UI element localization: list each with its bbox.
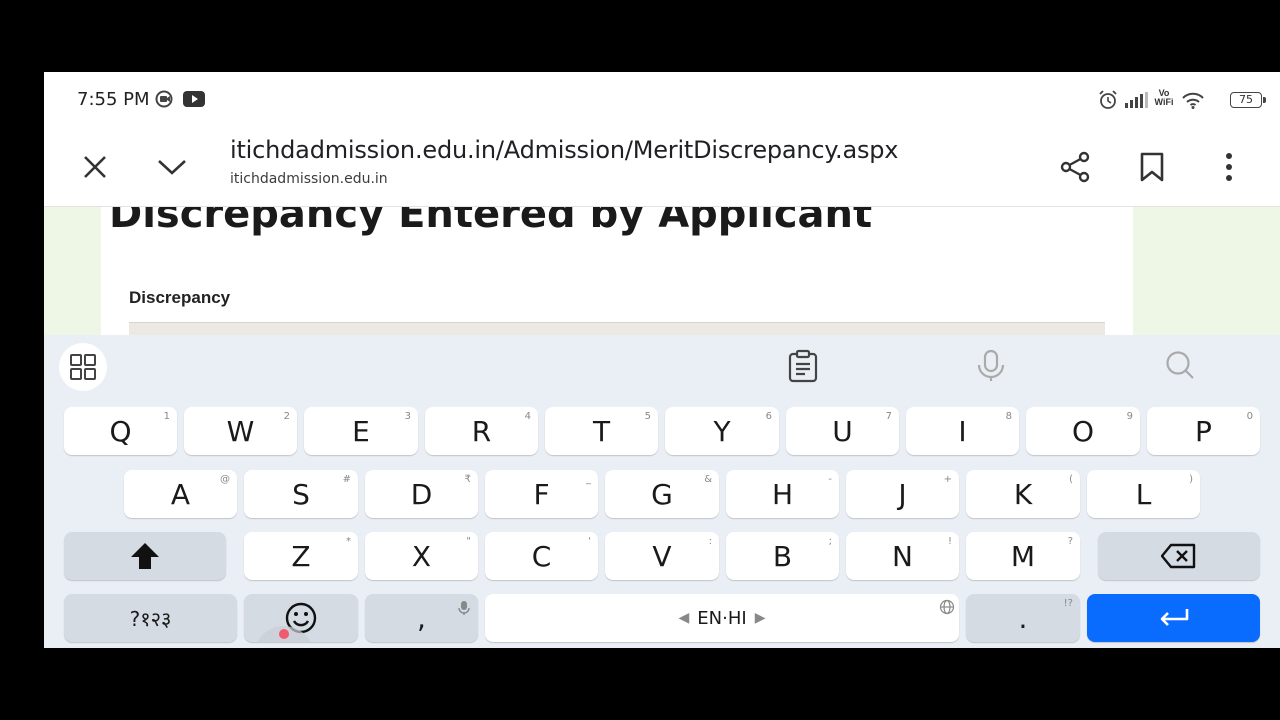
youtube-icon <box>183 91 205 112</box>
keyboard-search-button[interactable] <box>1165 350 1195 385</box>
voice-input-button[interactable] <box>976 349 1006 388</box>
status-time: 7:55 PM <box>77 89 150 110</box>
key-k[interactable]: K( <box>966 470 1080 518</box>
on-screen-keyboard: Q1 W2 E3 R4 T5 Y6 U7 I8 O9 P0 A @ S # D ₹ F… <box>44 335 1280 648</box>
page-heading: Discrepancy Entered by Applicant <box>109 207 873 237</box>
keyboard-menu-button[interactable] <box>59 343 107 391</box>
minimize-button[interactable] <box>151 146 193 188</box>
share-icon <box>1060 151 1090 183</box>
period-key[interactable]: .!? <box>966 594 1080 642</box>
battery-icon: 75 <box>1230 92 1266 108</box>
microphone-icon <box>977 349 1005 381</box>
enter-icon <box>1160 609 1188 626</box>
more-vert-icon <box>1226 153 1232 181</box>
backspace-key[interactable] <box>1098 532 1260 580</box>
screen-record-icon <box>155 90 175 113</box>
shift-arrow-icon <box>131 543 159 569</box>
signal-icon <box>1125 92 1149 113</box>
key-h[interactable]: H- <box>726 470 839 518</box>
key-u[interactable]: U7 <box>786 407 899 455</box>
discrepancy-label: Discrepancy <box>129 288 231 307</box>
key-r[interactable]: R4 <box>425 407 538 455</box>
enter-key[interactable] <box>1087 594 1260 642</box>
key-b[interactable]: B; <box>726 532 839 580</box>
discrepancy-field[interactable] <box>129 322 1105 335</box>
key-q[interactable]: Q1 <box>64 407 177 455</box>
comma-key[interactable]: , <box>365 594 478 642</box>
key-m[interactable]: M? <box>966 532 1080 580</box>
clipboard-button[interactable] <box>787 349 819 388</box>
mic-hint-icon <box>458 601 470 615</box>
key-w[interactable]: W2 <box>184 407 297 455</box>
key-v[interactable]: V: <box>605 532 719 580</box>
key-c[interactable]: C ' <box>485 532 598 580</box>
key-i[interactable]: I8 <box>906 407 1019 455</box>
key-a[interactable]: A @ <box>124 470 237 518</box>
space-key[interactable]: ◀ EN·HI ▶ <box>485 594 959 642</box>
keyboard-toolbar <box>44 335 1280 397</box>
search-icon <box>1166 351 1194 379</box>
globe-icon <box>939 599 955 615</box>
left-arrow-icon: ◀ <box>678 610 690 626</box>
key-y[interactable]: Y6 <box>665 407 779 455</box>
shift-key[interactable] <box>64 532 226 580</box>
clipboard-icon <box>788 349 818 383</box>
key-p[interactable]: P0 <box>1147 407 1260 455</box>
share-button[interactable] <box>1054 146 1096 188</box>
close-icon <box>84 156 106 178</box>
touch-dot <box>279 629 289 639</box>
close-tab-button[interactable] <box>74 146 116 188</box>
key-o[interactable]: O9 <box>1026 407 1140 455</box>
bookmark-icon <box>1140 152 1164 182</box>
browser-toolbar: itichdadmission.edu.in/Admission/MeritDi… <box>44 128 1280 207</box>
vowifi-text-bottom: WiFi <box>1154 97 1174 107</box>
chevron-down-icon <box>158 160 186 175</box>
status-bar: 7:55 PM Vo WiFi 75 <box>44 72 1280 128</box>
symbols-key[interactable]: ?१२३ <box>64 594 237 642</box>
phone-screen: 7:55 PM Vo WiFi 75 itichdadmission.edu.i <box>44 72 1280 648</box>
page-url[interactable]: itichdadmission.edu.in/Admission/MeritDi… <box>230 136 898 164</box>
key-g[interactable]: G & <box>605 470 719 518</box>
page-domain: itichdadmission.edu.in <box>230 171 388 187</box>
backspace-icon <box>1161 543 1196 569</box>
key-j[interactable]: J + <box>846 470 959 518</box>
form-card: Discrepancy Entered by Applicant Discrep… <box>101 207 1133 335</box>
alarm-icon <box>1098 90 1118 115</box>
more-options-button[interactable] <box>1208 146 1250 188</box>
key-d[interactable]: D ₹ <box>365 470 478 518</box>
grid-icon <box>70 354 96 380</box>
key-s[interactable]: S # <box>244 470 358 518</box>
key-z[interactable]: Z * <box>244 532 358 580</box>
key-l[interactable]: L) <box>1087 470 1200 518</box>
right-arrow-icon: ▶ <box>754 610 766 626</box>
key-x[interactable]: X " <box>365 532 478 580</box>
page-background: Discrepancy Entered by Applicant Discrep… <box>44 207 1280 335</box>
emoji-key[interactable] <box>244 594 358 642</box>
key-f[interactable]: F _ <box>485 470 598 518</box>
wifi-icon <box>1181 91 1205 114</box>
vowifi-icon: Vo WiFi <box>1153 89 1175 107</box>
key-n[interactable]: N! <box>846 532 959 580</box>
key-e[interactable]: E3 <box>304 407 418 455</box>
key-t[interactable]: T5 <box>545 407 658 455</box>
bookmark-button[interactable] <box>1131 146 1173 188</box>
